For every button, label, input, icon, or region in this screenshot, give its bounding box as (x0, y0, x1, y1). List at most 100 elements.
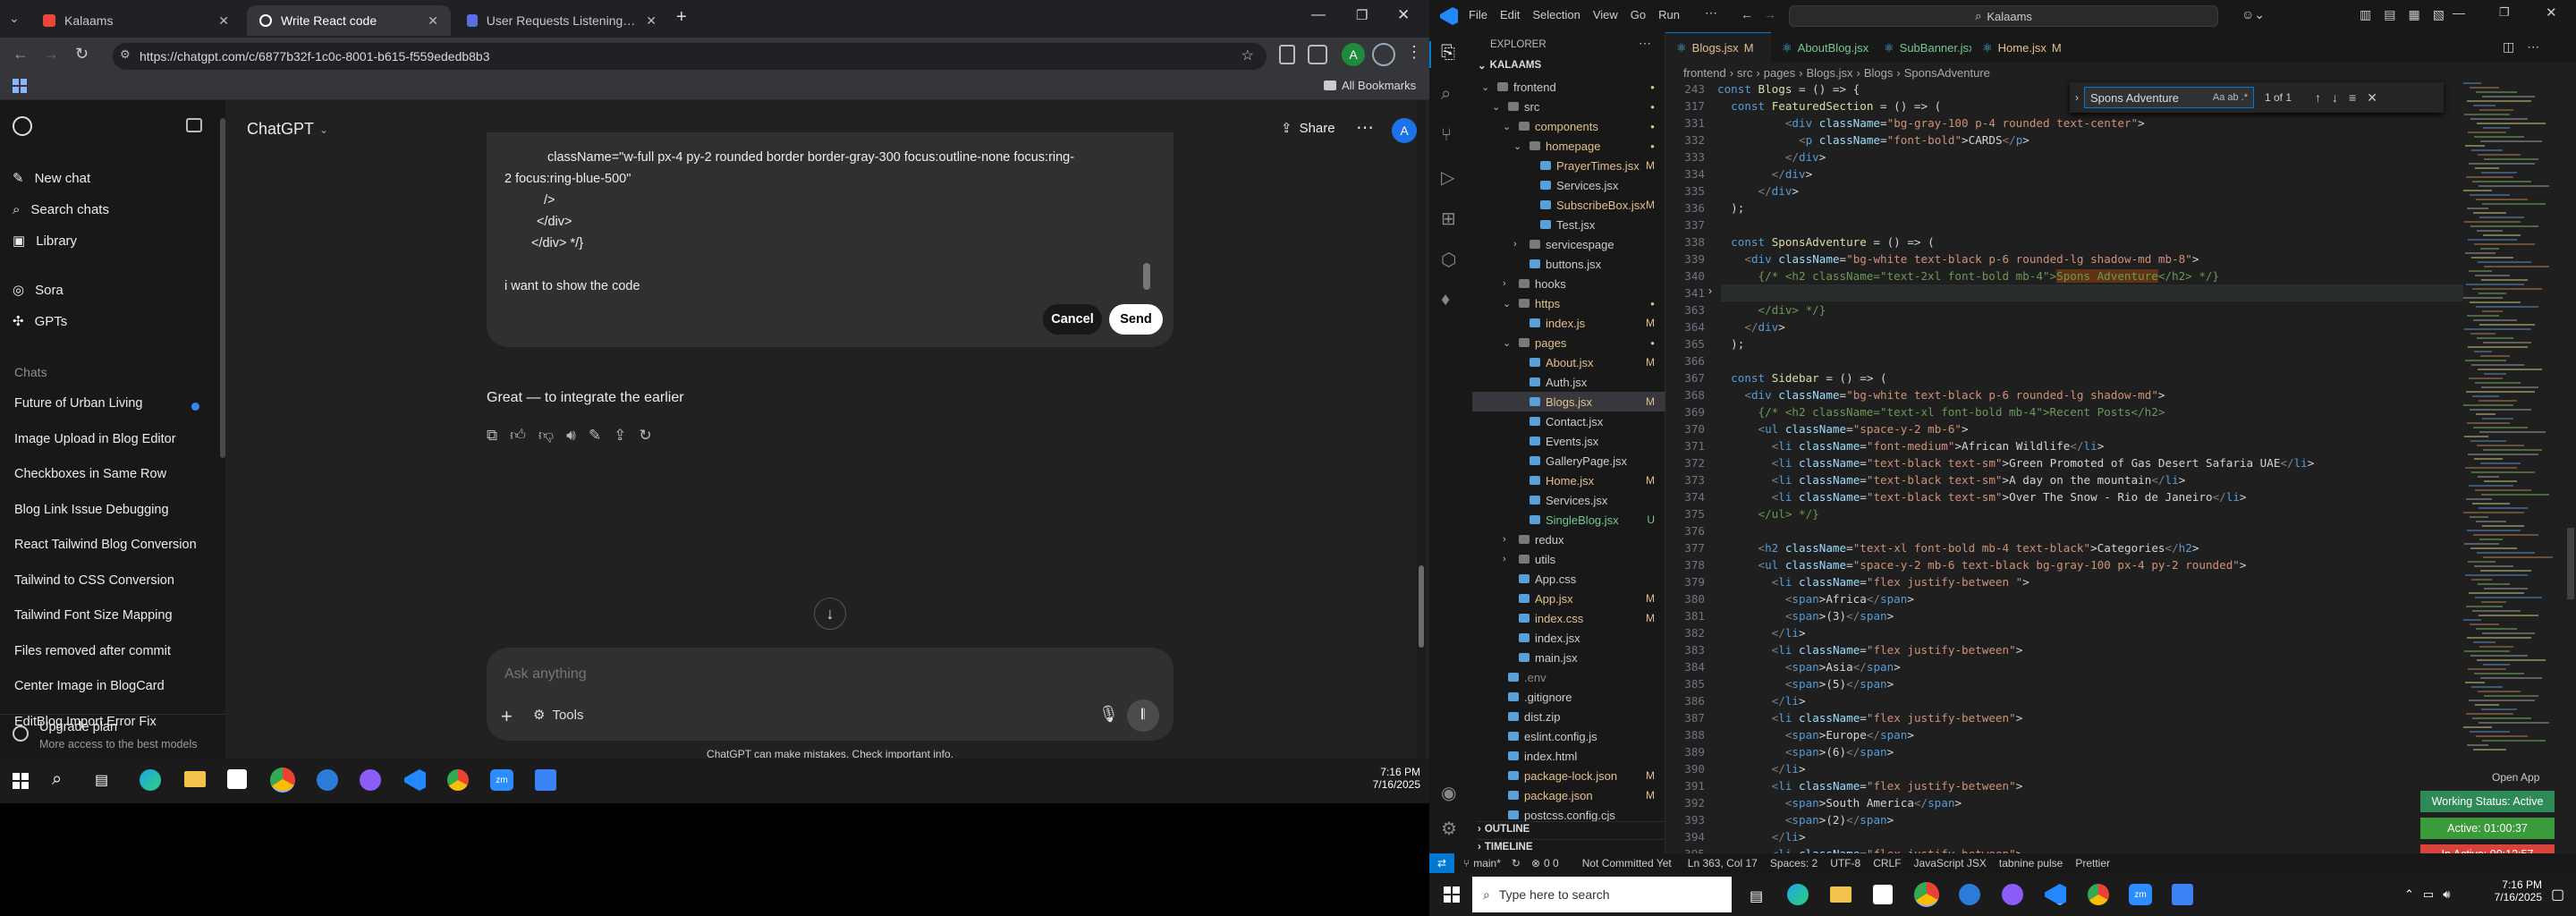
code-line[interactable]: 363 </div> */} (1665, 303, 2453, 320)
editor-tab[interactable]: ⚛SubBanner.jsxU (1873, 32, 1988, 63)
run-debug-icon[interactable]: ▷ (1441, 166, 1454, 189)
customize-layout-icon[interactable]: ▧ (2433, 7, 2445, 22)
tree-file[interactable]: index.css M (1472, 608, 1665, 628)
read-aloud-icon[interactable]: 🔊︎ (566, 427, 576, 445)
search-icon[interactable]: ⌕ (1441, 84, 1451, 105)
close-icon[interactable]: ✕ (646, 13, 657, 29)
chrome-taskbar-icon[interactable] (1914, 882, 1939, 907)
taskbar-search-box[interactable]: ⌕ Type here to search (1472, 877, 1732, 912)
code-line[interactable]: 375 </ul> */} (1665, 507, 2453, 524)
sync-icon[interactable] (1372, 43, 1395, 66)
code-line[interactable]: 388 <span>Europe</span> (1665, 728, 2453, 745)
reload-icon[interactable]: ↻ (75, 45, 89, 64)
code-line[interactable]: 378 <ul className="space-y-2 mb-6 text-b… (1665, 558, 2453, 575)
close-window-button[interactable]: ✕ (2546, 4, 2557, 21)
tree-folder[interactable]: ⌄ components ● (1472, 116, 1665, 136)
layout-secondary-icon[interactable]: ▦ (2408, 7, 2419, 22)
voice-mode-button[interactable]: 𝄃 (1127, 700, 1159, 732)
tree-file[interactable]: About.jsx M (1472, 352, 1665, 372)
bookmark-star-icon[interactable]: ☆ (1241, 47, 1254, 64)
more-options-icon[interactable]: ⋯ (1356, 116, 1374, 139)
chat-history-item[interactable]: Files removed after commit (14, 636, 208, 666)
chat-history-item[interactable]: Center Image in BlogCard (14, 671, 208, 701)
clock[interactable]: 7:16 PM 7/16/2025 (2485, 878, 2542, 903)
file-explorer-icon[interactable] (184, 771, 206, 787)
menu-item[interactable]: View (1593, 8, 1618, 21)
edit-message-text[interactable]: i want to show the code (504, 276, 640, 297)
open-app-button[interactable]: Open App (2492, 771, 2539, 784)
breadcrumb-item[interactable]: src (1737, 66, 1752, 80)
tab-user-requests[interactable]: User Requests Listening Assista ✕ (454, 5, 669, 36)
next-match-icon[interactable]: ↓ (2332, 90, 2338, 105)
windows-start-icon[interactable] (13, 773, 29, 789)
explorer-more-icon[interactable]: ⋯ (1639, 36, 1651, 51)
send-button[interactable]: Send (1109, 304, 1163, 335)
editor-scrollbar[interactable] (2567, 528, 2574, 599)
menu-item[interactable]: Run (1658, 8, 1680, 21)
outline-section[interactable]: › OUTLINE (1478, 821, 1665, 835)
tabnine-status[interactable]: tabnine pulse (1999, 857, 2063, 869)
task-view-icon[interactable]: ▤ (1750, 887, 1763, 905)
code-line[interactable]: 365 ); (1665, 337, 2453, 354)
code-line[interactable]: 386 </li> (1665, 694, 2453, 711)
model-selector[interactable]: ChatGPT ⌄ (247, 120, 328, 139)
code-line[interactable]: 335 </div> (1665, 184, 2453, 201)
forward-icon[interactable]: → (43, 45, 59, 64)
breadcrumb-item[interactable]: Blogs.jsx (1807, 66, 1853, 80)
close-window-button[interactable]: ✕ (1397, 6, 1410, 24)
thumbs-up-icon[interactable]: 👍︎ (510, 426, 526, 445)
tree-file[interactable]: index.js M (1472, 313, 1665, 333)
tree-file[interactable]: Blogs.jsx M (1472, 392, 1665, 411)
code-line[interactable]: 372 <li className="text-black text-sm">G… (1665, 456, 2453, 473)
code-editor[interactable]: 243 const Blogs = () => {317 const Featur… (1665, 82, 2453, 853)
new-tab-button[interactable]: + (676, 7, 687, 28)
code-line[interactable]: 369 {/* <h2 className="text-xl font-bold… (1665, 405, 2453, 422)
prompt-input[interactable] (504, 664, 1131, 685)
tree-folder[interactable]: › hooks (1472, 274, 1665, 293)
code-line[interactable]: 334 </div> (1665, 167, 2453, 184)
extensions-icon[interactable] (1308, 45, 1327, 64)
chat-history-item[interactable]: Future of Urban Living (14, 388, 208, 419)
tree-folder[interactable]: › servicespage (1472, 234, 1665, 254)
prettier-status[interactable]: Prettier (2075, 857, 2110, 869)
menu-item[interactable]: Go (1631, 8, 1646, 21)
task-view-icon[interactable]: ▤ (95, 771, 108, 789)
split-editor-icon[interactable]: ◫ (2503, 39, 2514, 55)
indentation[interactable]: Spaces: 2 (1770, 857, 1818, 869)
problems-count[interactable]: 0 0 (1544, 857, 1559, 869)
code-line[interactable]: 391 <li className="flex justify-between"… (1665, 779, 2453, 796)
tree-file[interactable]: index.jsx (1472, 628, 1665, 648)
tab-search-icon[interactable]: ⌄ (9, 11, 20, 26)
chat-history-item[interactable]: Tailwind to CSS Conversion (14, 565, 208, 596)
close-icon[interactable]: ✕ (218, 13, 229, 29)
tree-file[interactable]: .env (1472, 667, 1665, 687)
breadcrumb-item[interactable]: frontend (1683, 66, 1726, 80)
new-chat-button[interactable]: ✎ New chat (13, 163, 218, 193)
chat-history-item[interactable]: React Tailwind Blog Conversion (14, 530, 208, 560)
branch-label[interactable]: main* (1473, 857, 1501, 869)
breadcrumb-item[interactable]: Blogs (1864, 66, 1894, 80)
apps-grid-icon[interactable] (13, 79, 27, 93)
code-line[interactable]: 337 (1665, 218, 2453, 235)
chrome-taskbar-icon[interactable] (270, 768, 295, 793)
back-icon[interactable]: ← (13, 45, 29, 64)
regenerate-icon[interactable]: ↻ (639, 427, 651, 445)
code-line[interactable]: 394 </li> (1665, 830, 2453, 847)
file-explorer-icon[interactable] (1830, 886, 1852, 903)
gpts-button[interactable]: ✣ GPTs (13, 306, 218, 336)
tree-file[interactable]: Contact.jsx (1472, 411, 1665, 431)
cancel-button[interactable]: Cancel (1043, 304, 1102, 335)
chat-history-item[interactable]: Checkboxes in Same Row (14, 459, 208, 489)
chrome-profile-icon[interactable] (447, 769, 469, 791)
tree-folder[interactable]: ⌄ frontend ● (1472, 77, 1665, 97)
code-line[interactable]: 382 </li> (1665, 626, 2453, 643)
source-control-icon[interactable]: ⑂ (1441, 125, 1452, 146)
menu-item[interactable]: File (1469, 8, 1487, 21)
tree-folder[interactable]: ⌄ https ● (1472, 293, 1665, 313)
windows-start-icon[interactable] (1444, 886, 1460, 903)
edit-icon[interactable]: ✎ (589, 427, 601, 445)
chat-history-item[interactable]: Image Upload in Blog Editor (14, 424, 208, 454)
code-line[interactable]: 384 <span>Asia</span> (1665, 660, 2453, 677)
code-line[interactable]: 392 <span>South America</span> (1665, 796, 2453, 813)
minimize-button[interactable]: — (2453, 5, 2465, 20)
